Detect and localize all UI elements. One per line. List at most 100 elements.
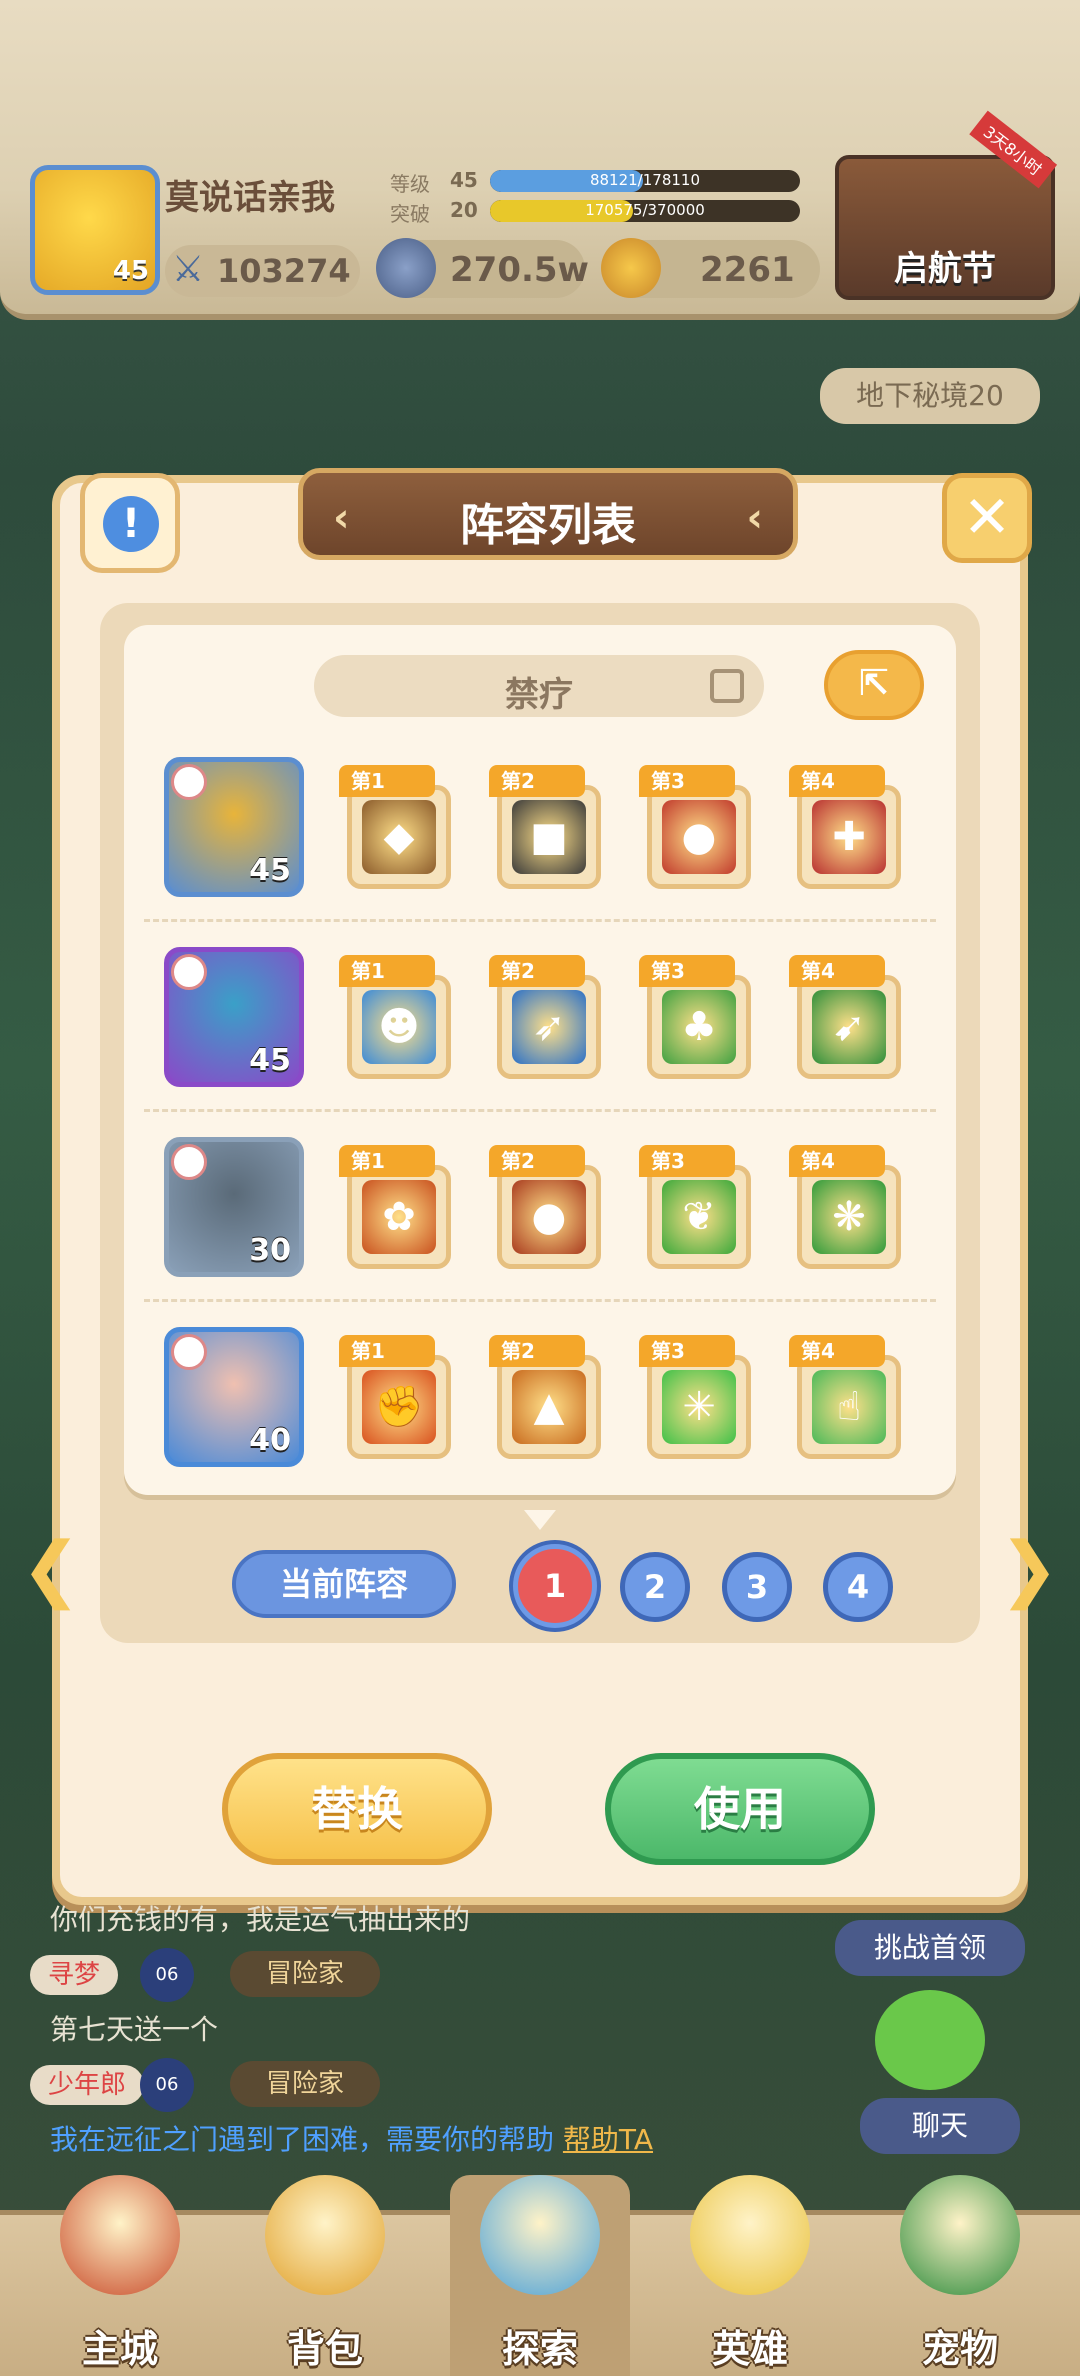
level-progress-bar: 88121/178110	[490, 170, 800, 192]
skill-slot[interactable]: ☝ 第4	[789, 1335, 905, 1459]
skill-icon: ♣	[662, 990, 736, 1064]
nav-pets[interactable]: 宠物	[870, 2175, 1050, 2376]
card-pointer	[524, 1510, 556, 1530]
coin-box[interactable]: 270.5w	[376, 238, 589, 298]
skill-glyph: ➶	[532, 1004, 566, 1050]
breakthrough-value: 20	[450, 198, 478, 222]
nav-main-city[interactable]: 主城	[30, 2175, 210, 2376]
skill-slot[interactable]: ✊ 第1	[339, 1335, 455, 1459]
skill-slot[interactable]: ✿ 第1	[339, 1145, 455, 1269]
breakthrough-progress-bar: 170575/370000	[490, 200, 800, 222]
skill-order-tag: 第2	[489, 1335, 585, 1367]
skill-slot[interactable]: ■ 第2	[489, 765, 605, 889]
skill-slot[interactable]: ♣ 第3	[639, 955, 755, 1079]
skill-icon: ●	[662, 800, 736, 874]
use-button[interactable]: 使用	[605, 1753, 875, 1865]
gem-value: 2261	[700, 250, 795, 290]
challenge-boss-button[interactable]: 挑战首领	[835, 1920, 1025, 1976]
skill-glyph: ❋	[832, 1194, 866, 1240]
info-button[interactable]: !	[80, 473, 180, 573]
lineup-slot-1[interactable]: 1	[513, 1544, 597, 1628]
lineup-row: 40 ✊ 第1 ▲ 第2 ✳ 第3 ☝ 第4	[124, 1307, 956, 1487]
skill-slot[interactable]: ▲ 第2	[489, 1335, 605, 1459]
edit-icon[interactable]	[710, 669, 744, 703]
coin-value: 270.5w	[450, 250, 589, 290]
chat-user-2-level: 06	[140, 1948, 194, 2002]
event-label: 启航节	[894, 249, 996, 289]
nav-label: 英雄	[711, 2327, 788, 2371]
bottom-nav: 主城 背包 探索 英雄 宠物	[0, 2175, 1080, 2376]
skill-icon: ▲	[512, 1370, 586, 1444]
player-avatar[interactable]: 45	[30, 165, 160, 295]
skill-frame: ✊	[347, 1355, 451, 1459]
hero-class-badge-icon	[171, 764, 207, 800]
lineup-slot-4[interactable]: 4	[823, 1552, 893, 1622]
hero-portrait[interactable]: 40	[164, 1327, 304, 1467]
skill-order-tag: 第4	[789, 955, 885, 987]
skill-slot[interactable]: ❋ 第4	[789, 1145, 905, 1269]
map-scroll-icon	[480, 2175, 600, 2295]
nav-backpack[interactable]: 背包	[235, 2175, 415, 2376]
event-banner[interactable]: 3天8小时 启航节	[835, 110, 1057, 300]
nav-heroes[interactable]: 英雄	[660, 2175, 840, 2376]
skill-glyph: ●	[681, 814, 717, 860]
lineup-name-field[interactable]: 禁疗	[314, 655, 764, 717]
replace-button[interactable]: 替换	[222, 1753, 492, 1865]
nav-label: 宠物	[921, 2327, 998, 2371]
nav-label: 探索	[501, 2327, 578, 2371]
share-button[interactable]: ⇱	[824, 650, 924, 720]
lineup-row: 45 ☻ 第1 ➶ 第2 ♣ 第3 ➹ 第4	[124, 927, 956, 1107]
lineup-switcher: 当前阵容 1 2 3 4	[140, 1538, 940, 1628]
skill-slot[interactable]: ◆ 第1	[339, 765, 455, 889]
gem-box[interactable]: 2261	[601, 238, 820, 298]
player-name: 莫说话亲我	[165, 178, 335, 218]
nav-label: 主城	[81, 2327, 158, 2371]
lineup-slot-2[interactable]: 2	[620, 1552, 690, 1622]
skill-slot[interactable]: ✚ 第4	[789, 765, 905, 889]
skill-order-tag: 第4	[789, 1335, 885, 1367]
skill-slot[interactable]: ✳ 第3	[639, 1335, 755, 1459]
skill-frame: ✿	[347, 1165, 451, 1269]
close-button[interactable]: ✕	[942, 473, 1032, 563]
lineup-card: 禁疗 ⇱ 45 ◆ 第1 ■ 第2 ● 第3 ✚ 第4 45 ☻ 第1 ➶ 第2 ♣ 第3 ➹ 第4 30 ✿ 第1 ● 第…	[124, 625, 956, 1530]
row-divider	[144, 919, 936, 922]
backpack-icon	[265, 2175, 385, 2295]
nav-explore[interactable]: 探索	[450, 2175, 630, 2376]
skill-icon: ✳	[662, 1370, 736, 1444]
dungeon-button[interactable]: 地下秘境20	[820, 368, 1040, 424]
chat-button[interactable]: 聊天	[860, 2098, 1020, 2154]
chat-bubble-icon[interactable]	[875, 1990, 985, 2090]
skill-order-tag: 第3	[639, 1145, 735, 1177]
hero-portrait[interactable]: 30	[164, 1137, 304, 1277]
skill-glyph: ❦	[682, 1194, 716, 1240]
skill-frame: ❋	[797, 1165, 901, 1269]
help-link[interactable]: 帮助TA	[563, 2123, 653, 2156]
skill-slot[interactable]: ➹ 第4	[789, 955, 905, 1079]
power-value: 103274	[217, 252, 351, 290]
skill-slot[interactable]: ❦ 第3	[639, 1145, 755, 1269]
skill-slot[interactable]: ☻ 第1	[339, 955, 455, 1079]
hero-portrait[interactable]: 45	[164, 947, 304, 1087]
lineup-name: 禁疗	[505, 675, 573, 715]
prev-arrow-button[interactable]: ❮	[16, 1528, 86, 1608]
skill-order-tag: 第3	[639, 1335, 735, 1367]
skill-glyph: ✊	[374, 1384, 424, 1430]
hero-level: 45	[249, 853, 291, 888]
chat-message-3: 我在远征之门遇到了困难，需要你的帮助 帮助TA	[50, 2118, 653, 2158]
level-value: 45	[450, 168, 478, 192]
skill-icon: ❦	[662, 1180, 736, 1254]
skill-slot[interactable]: ● 第3	[639, 765, 755, 889]
chat-user-3[interactable]: 少年郎	[30, 2065, 145, 2105]
skill-glyph: ✿	[382, 1194, 416, 1240]
skill-glyph: ☻	[378, 1004, 420, 1050]
hero-portrait[interactable]: 45	[164, 757, 304, 897]
skill-slot[interactable]: ● 第2	[489, 1145, 605, 1269]
next-arrow-button[interactable]: ❯	[994, 1528, 1064, 1608]
skill-icon: ✿	[362, 1180, 436, 1254]
skill-icon: ✊	[362, 1370, 436, 1444]
chat-user-2[interactable]: 寻梦	[30, 1955, 119, 1995]
chat-user-2-title: 冒险家	[230, 1951, 380, 1997]
skill-slot[interactable]: ➶ 第2	[489, 955, 605, 1079]
current-lineup-button[interactable]: 当前阵容	[232, 1550, 456, 1618]
lineup-slot-3[interactable]: 3	[722, 1552, 792, 1622]
